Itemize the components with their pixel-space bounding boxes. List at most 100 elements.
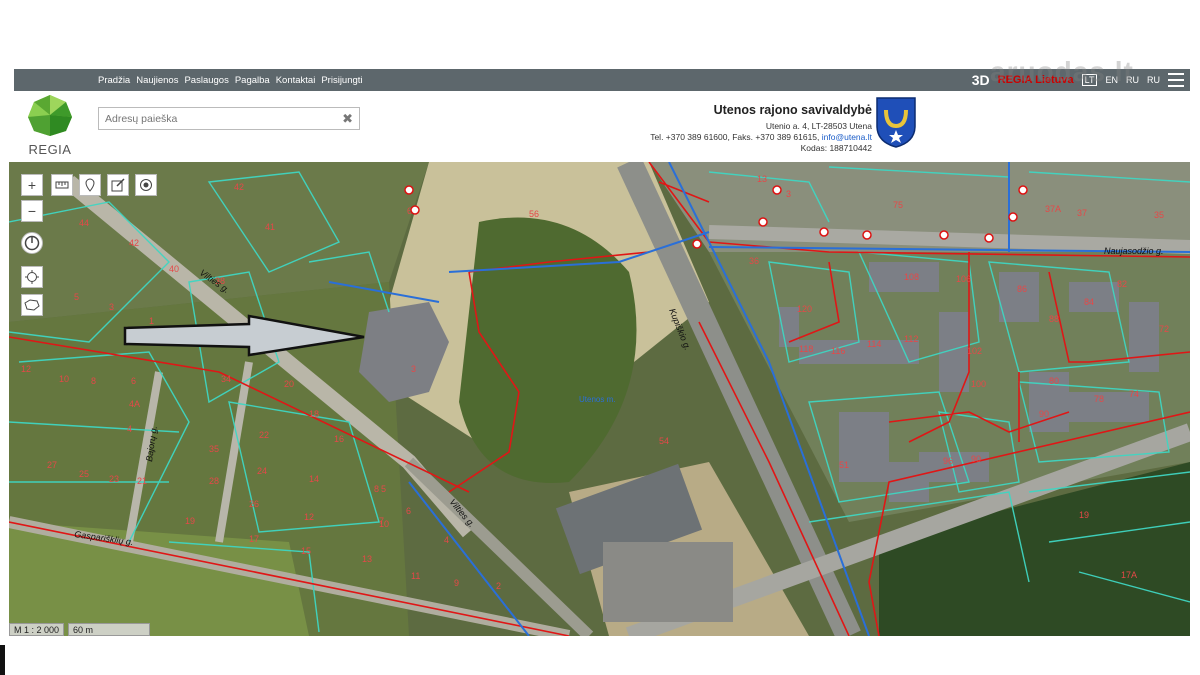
svg-text:37: 37: [1077, 208, 1087, 218]
svg-text:17: 17: [249, 534, 259, 544]
compass-icon[interactable]: [21, 232, 43, 254]
svg-text:112: 112: [904, 334, 918, 344]
svg-text:16: 16: [334, 434, 344, 444]
3d-toggle[interactable]: 3D: [972, 72, 990, 88]
svg-text:19: 19: [1079, 510, 1089, 520]
svg-text:26: 26: [249, 499, 259, 509]
svg-text:8: 8: [374, 484, 379, 494]
svg-text:2: 2: [496, 581, 501, 591]
svg-text:5: 5: [381, 484, 386, 494]
clear-search-icon[interactable]: ✖: [342, 111, 353, 127]
municipality-crest-icon: [875, 96, 917, 148]
svg-text:78: 78: [1094, 394, 1104, 404]
municipality-info: Utenos rajono savivaldybė Utenio a. 4, L…: [650, 103, 872, 154]
svg-text:90: 90: [971, 454, 981, 464]
svg-text:15: 15: [301, 546, 311, 556]
map-scale: M 1 : 2 000 60 m: [9, 623, 151, 636]
svg-text:11: 11: [411, 571, 420, 581]
svg-text:4A: 4A: [129, 399, 140, 409]
svg-text:3: 3: [109, 302, 114, 312]
search-input[interactable]: [105, 112, 343, 125]
svg-text:Utenos m.: Utenos m.: [579, 395, 615, 404]
svg-text:35: 35: [1154, 210, 1164, 220]
zoom-out-button[interactable]: −: [21, 200, 43, 222]
measure-icon[interactable]: [51, 174, 73, 196]
svg-text:75: 75: [893, 200, 903, 210]
nav-item-login[interactable]: Prisijungti: [321, 75, 362, 86]
nav-item-contacts[interactable]: Kontaktai: [276, 75, 316, 86]
svg-text:56: 56: [529, 209, 539, 219]
svg-text:54: 54: [659, 436, 669, 446]
svg-text:Naujasodžio g.: Naujasodžio g.: [1104, 246, 1164, 256]
svg-text:86: 86: [1017, 284, 1027, 294]
svg-text:3: 3: [786, 189, 791, 199]
svg-text:108: 108: [904, 272, 919, 282]
nav-item-news[interactable]: Naujienos: [136, 75, 178, 86]
municipality-name: Utenos rajono savivaldybė: [713, 103, 872, 117]
svg-text:18: 18: [309, 409, 319, 419]
svg-text:6: 6: [131, 376, 136, 386]
svg-text:6: 6: [406, 506, 411, 516]
menu-icon[interactable]: [1168, 73, 1184, 87]
svg-text:100: 100: [971, 379, 986, 389]
svg-text:90: 90: [1039, 409, 1049, 419]
svg-text:19: 19: [185, 516, 195, 526]
svg-text:42: 42: [129, 238, 139, 248]
svg-text:84: 84: [1084, 297, 1094, 307]
svg-text:17A: 17A: [1121, 570, 1137, 580]
municipality-code: Kodas: 188710442: [800, 143, 872, 153]
svg-text:7: 7: [379, 516, 384, 526]
svg-text:51: 51: [839, 460, 849, 470]
location-pin-icon[interactable]: [79, 174, 101, 196]
svg-text:116: 116: [831, 346, 845, 356]
svg-text:82: 82: [1117, 279, 1127, 289]
svg-text:4: 4: [444, 535, 449, 545]
svg-text:74: 74: [1129, 389, 1139, 399]
logo-label: REGIA: [28, 142, 72, 157]
svg-text:41: 41: [265, 222, 275, 232]
target-icon[interactable]: [135, 174, 157, 196]
locate-me-icon[interactable]: [21, 266, 43, 288]
zoom-in-button[interactable]: +: [21, 174, 43, 196]
svg-text:9: 9: [454, 578, 459, 588]
nav-item-home[interactable]: Pradžia: [98, 75, 130, 86]
scale-distance: 60 m: [68, 623, 151, 636]
nav-item-services[interactable]: Paslaugos: [184, 75, 228, 86]
svg-text:36: 36: [749, 256, 759, 266]
svg-text:4: 4: [127, 424, 132, 434]
svg-text:12: 12: [304, 512, 314, 522]
edit-icon[interactable]: [107, 174, 129, 196]
nav-item-help[interactable]: Pagalba: [235, 75, 270, 86]
svg-text:28: 28: [209, 476, 219, 486]
municipality-phone: Tel. +370 389 61600, Faks. +370 389 6161…: [650, 132, 820, 142]
svg-text:22: 22: [259, 430, 269, 440]
svg-text:118: 118: [799, 344, 813, 354]
svg-text:24: 24: [257, 466, 267, 476]
svg-text:14: 14: [309, 474, 319, 484]
svg-text:13: 13: [757, 174, 767, 184]
svg-text:35: 35: [209, 444, 219, 454]
svg-text:27: 27: [47, 460, 57, 470]
svg-text:13: 13: [362, 554, 372, 564]
svg-text:80: 80: [1049, 376, 1059, 386]
regia-logo[interactable]: REGIA: [24, 93, 76, 157]
svg-text:96: 96: [943, 456, 953, 466]
lithuania-map-icon[interactable]: [21, 294, 43, 316]
svg-text:10: 10: [59, 374, 69, 384]
scale-ratio: M 1 : 2 000: [9, 623, 65, 636]
svg-text:5: 5: [74, 292, 79, 302]
left-edge-marker: [0, 645, 5, 675]
svg-text:8: 8: [91, 376, 96, 386]
svg-text:42: 42: [234, 182, 244, 192]
lang-ru-2[interactable]: RU: [1147, 75, 1160, 85]
municipality-email[interactable]: info@utena.lt: [822, 132, 872, 142]
svg-text:34: 34: [221, 374, 231, 384]
svg-text:25: 25: [79, 469, 89, 479]
watermark: aruodas.lt: [990, 56, 1134, 87]
header: REGIA ✖ Utenos rajono savivaldybė Utenio…: [14, 91, 1190, 159]
map-view[interactable]: 3 56 36 54 19 42 40 5 3 1 38 34 20 22 18 16 24 14 13…: [9, 162, 1190, 636]
svg-text:12: 12: [21, 364, 31, 374]
svg-text:23: 23: [109, 474, 119, 484]
svg-text:44: 44: [79, 218, 89, 228]
svg-text:102: 102: [967, 346, 982, 356]
